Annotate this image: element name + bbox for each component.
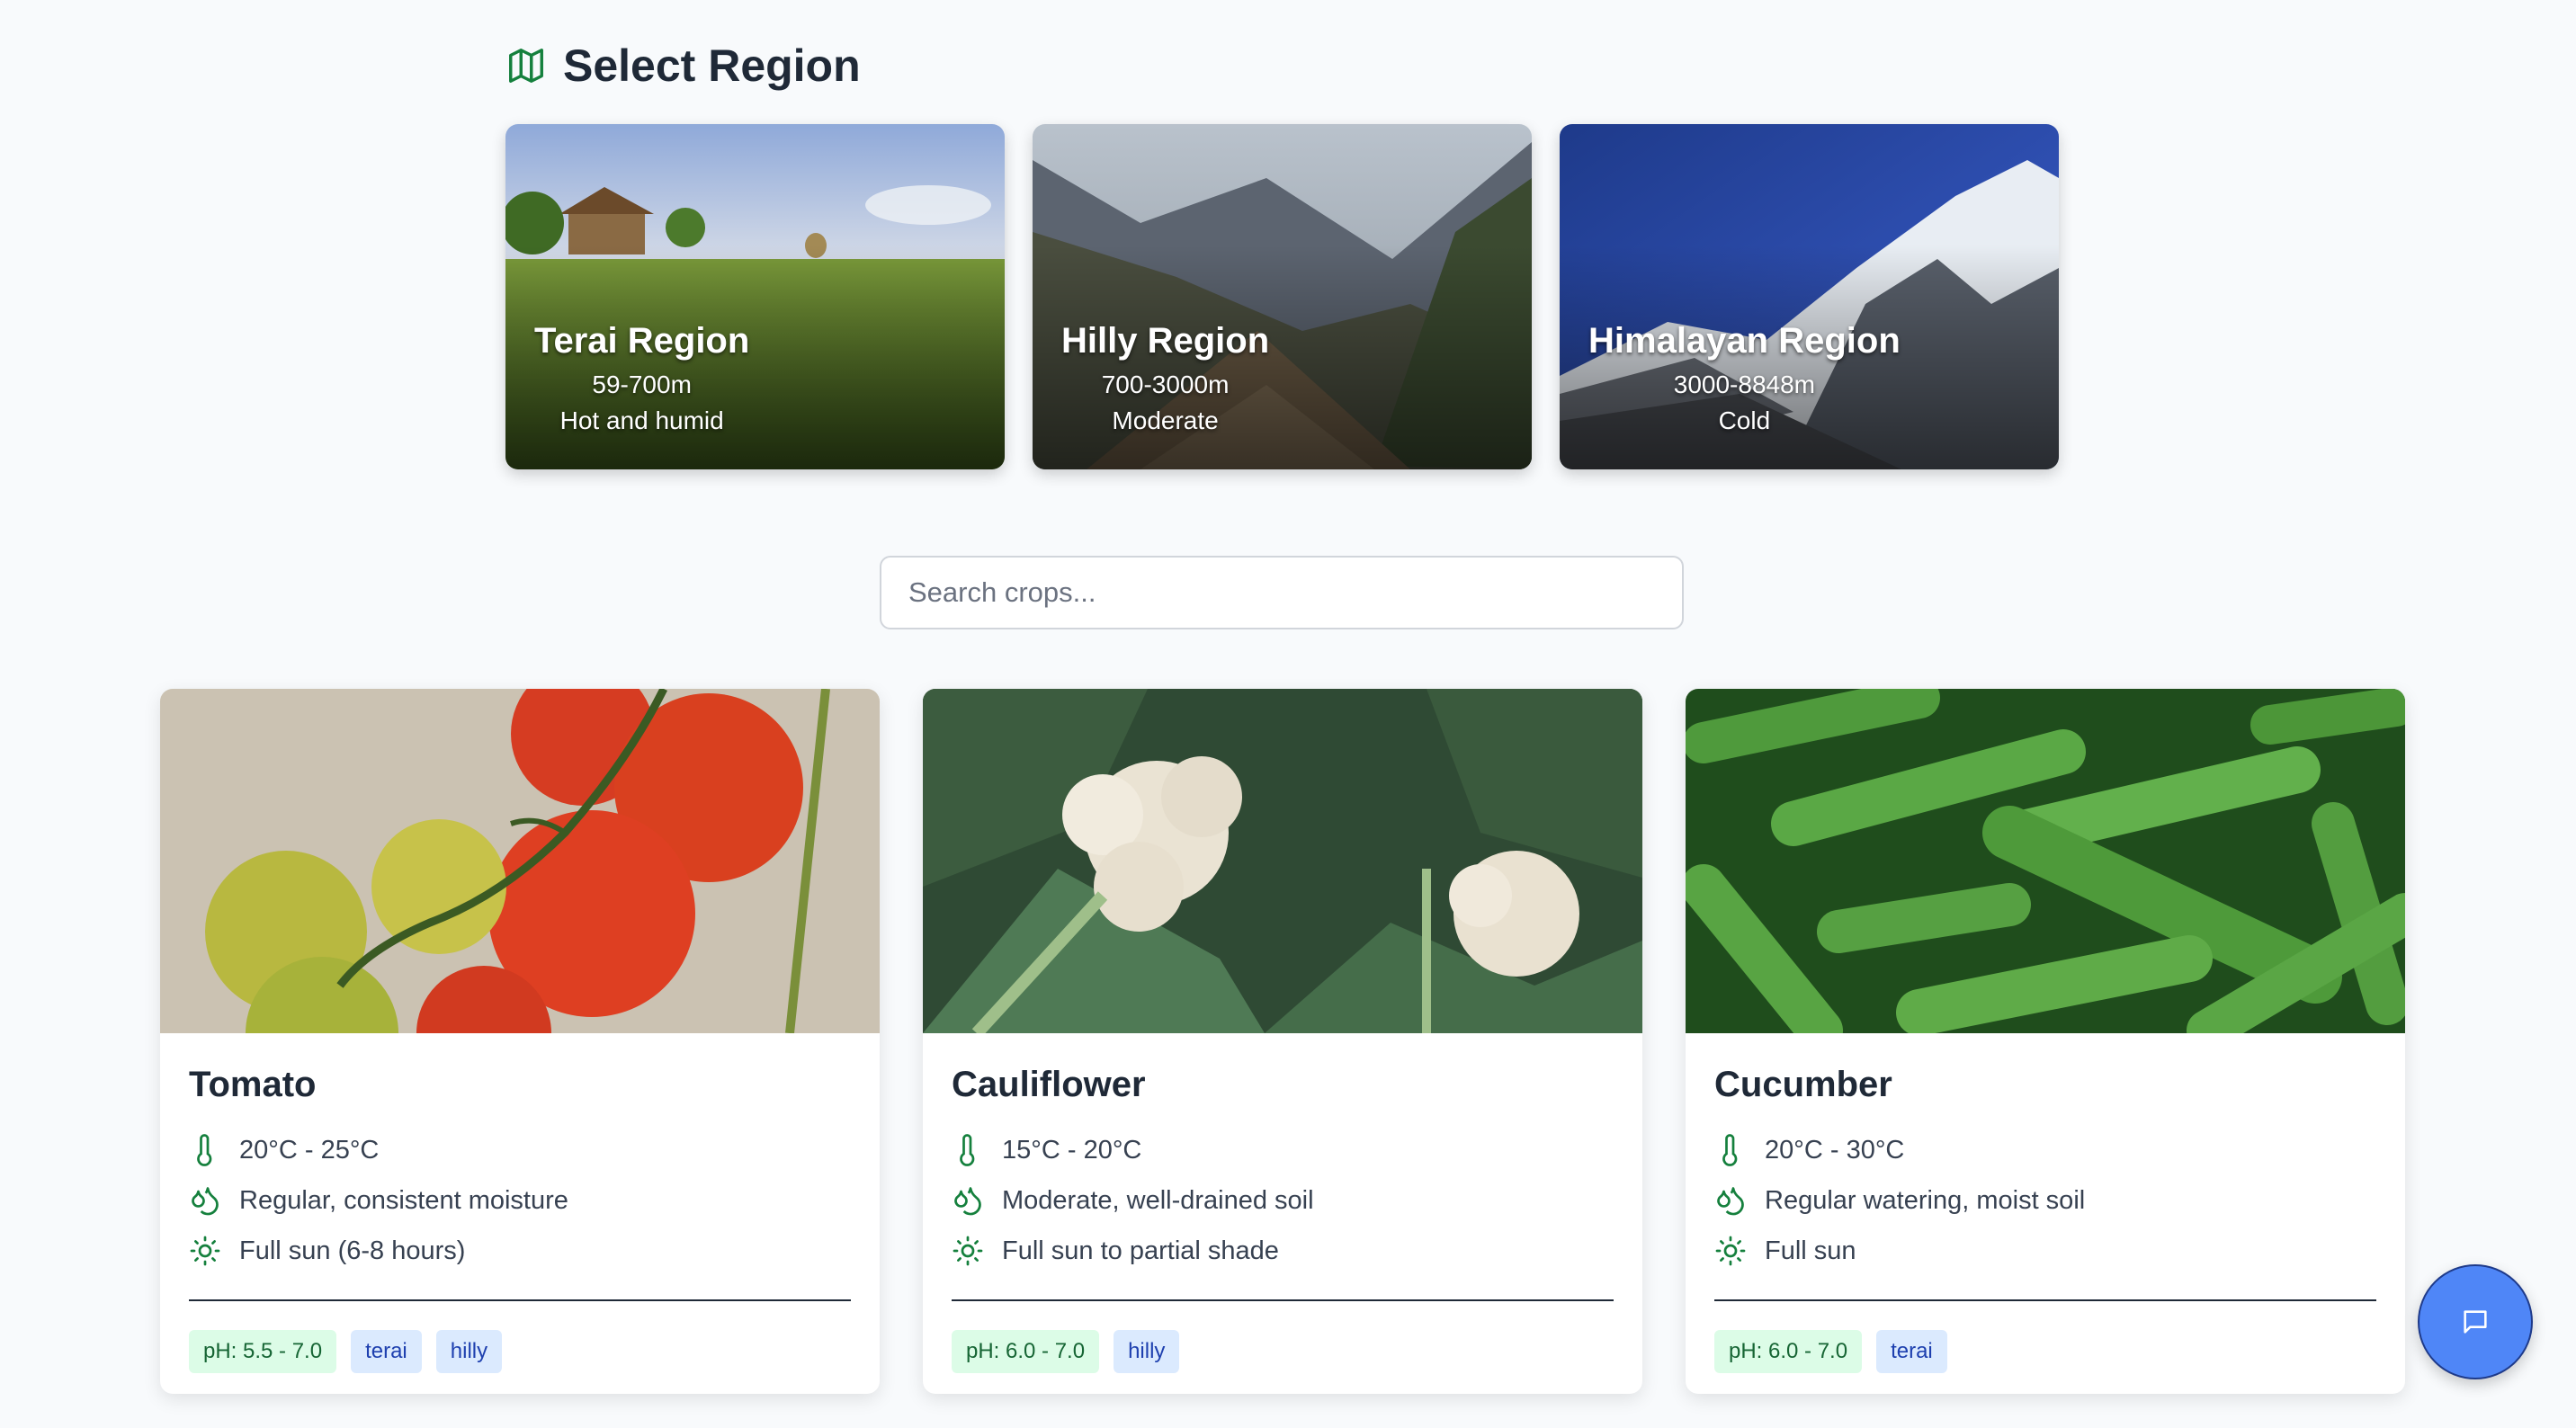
tag-list: pH: 5.5 - 7.0 terai hilly bbox=[189, 1330, 851, 1373]
crop-name: Cucumber bbox=[1714, 1065, 1892, 1104]
sun-icon bbox=[953, 1236, 983, 1266]
region-header: Select Region bbox=[505, 40, 861, 92]
crop-card-cauliflower[interactable]: Cauliflower 15°C - 20°C Moderate, well-d… bbox=[923, 689, 1642, 1394]
thermometer-icon bbox=[1722, 1134, 1738, 1166]
droplets-icon bbox=[1717, 1187, 1744, 1216]
cauliflower-image bbox=[923, 689, 1642, 1033]
temperature-text: 20°C - 25°C bbox=[239, 1135, 380, 1165]
region-name: Terai Region bbox=[534, 321, 750, 361]
region-altitude: 700-3000m bbox=[1101, 370, 1230, 398]
sun-icon bbox=[190, 1236, 220, 1266]
region-card-himalayan[interactable]: Himalayan Region 3000-8848m Cold bbox=[1560, 124, 2059, 469]
divider bbox=[1714, 1299, 2376, 1301]
sunlight-text: Full sun bbox=[1765, 1236, 1856, 1265]
sunlight-row: Full sun to partial shade bbox=[952, 1226, 1614, 1276]
chat-icon bbox=[2464, 1310, 2487, 1334]
region-climate: Cold bbox=[1718, 406, 1771, 434]
crop-card-tomato[interactable]: Tomato 20°C - 25°C Regular, consistent m… bbox=[160, 689, 880, 1394]
cucumber-image bbox=[1686, 689, 2405, 1033]
temperature-row: 20°C - 30°C bbox=[1714, 1125, 2376, 1175]
ph-badge: pH: 6.0 - 7.0 bbox=[952, 1330, 1100, 1373]
region-badge: terai bbox=[351, 1330, 422, 1373]
water-row: Moderate, well-drained soil bbox=[952, 1175, 1614, 1226]
ph-badge: pH: 5.5 - 7.0 bbox=[189, 1330, 337, 1373]
region-card-terai[interactable]: Terai Region 59-700m Hot and humid bbox=[505, 124, 1005, 469]
divider bbox=[189, 1299, 851, 1301]
thermometer-icon bbox=[197, 1134, 212, 1166]
water-row: Regular watering, moist soil bbox=[1714, 1175, 2376, 1226]
region-climate: Hot and humid bbox=[559, 406, 724, 434]
chat-button[interactable] bbox=[2418, 1264, 2533, 1379]
droplets-icon bbox=[192, 1187, 219, 1216]
water-row: Regular, consistent moisture bbox=[189, 1175, 851, 1226]
temperature-text: 15°C - 20°C bbox=[1002, 1135, 1142, 1165]
region-card-hilly[interactable]: Hilly Region 700-3000m Moderate bbox=[1033, 124, 1532, 469]
region-name: Himalayan Region bbox=[1588, 321, 1901, 361]
crop-name: Cauliflower bbox=[952, 1065, 1146, 1104]
region-altitude: 59-700m bbox=[592, 370, 692, 398]
divider bbox=[952, 1299, 1614, 1301]
page-title: Select Region bbox=[563, 40, 861, 91]
temperature-row: 15°C - 20°C bbox=[952, 1125, 1614, 1175]
temperature-text: 20°C - 30°C bbox=[1765, 1135, 1905, 1165]
water-text: Moderate, well-drained soil bbox=[1002, 1185, 1314, 1215]
region-altitude: 3000-8848m bbox=[1673, 370, 1815, 398]
sunlight-row: Full sun bbox=[1714, 1226, 2376, 1276]
water-text: Regular watering, moist soil bbox=[1765, 1185, 2086, 1215]
region-name: Hilly Region bbox=[1061, 321, 1270, 361]
droplets-icon bbox=[954, 1187, 981, 1216]
crop-card-cucumber[interactable]: Cucumber 20°C - 30°C Regular watering, m… bbox=[1686, 689, 2405, 1394]
tag-list: pH: 6.0 - 7.0 hilly bbox=[952, 1330, 1614, 1373]
thermometer-icon bbox=[960, 1134, 975, 1166]
tomato-image bbox=[160, 689, 880, 1033]
sun-icon bbox=[1715, 1236, 1746, 1266]
sunlight-text: Full sun (6-8 hours) bbox=[239, 1236, 466, 1265]
sunlight-text: Full sun to partial shade bbox=[1002, 1236, 1279, 1265]
region-badge: hilly bbox=[435, 1330, 503, 1373]
water-text: Regular, consistent moisture bbox=[239, 1185, 568, 1215]
region-badge: terai bbox=[1876, 1330, 1947, 1373]
region-badge: hilly bbox=[1114, 1330, 1180, 1373]
map-icon bbox=[509, 49, 543, 83]
sunlight-row: Full sun (6-8 hours) bbox=[189, 1226, 851, 1276]
region-climate: Moderate bbox=[1112, 406, 1219, 434]
tag-list: pH: 6.0 - 7.0 terai bbox=[1714, 1330, 2376, 1373]
crop-name: Tomato bbox=[189, 1065, 317, 1104]
search-input[interactable] bbox=[880, 556, 1684, 629]
temperature-row: 20°C - 25°C bbox=[189, 1125, 851, 1175]
ph-badge: pH: 6.0 - 7.0 bbox=[1714, 1330, 1863, 1373]
